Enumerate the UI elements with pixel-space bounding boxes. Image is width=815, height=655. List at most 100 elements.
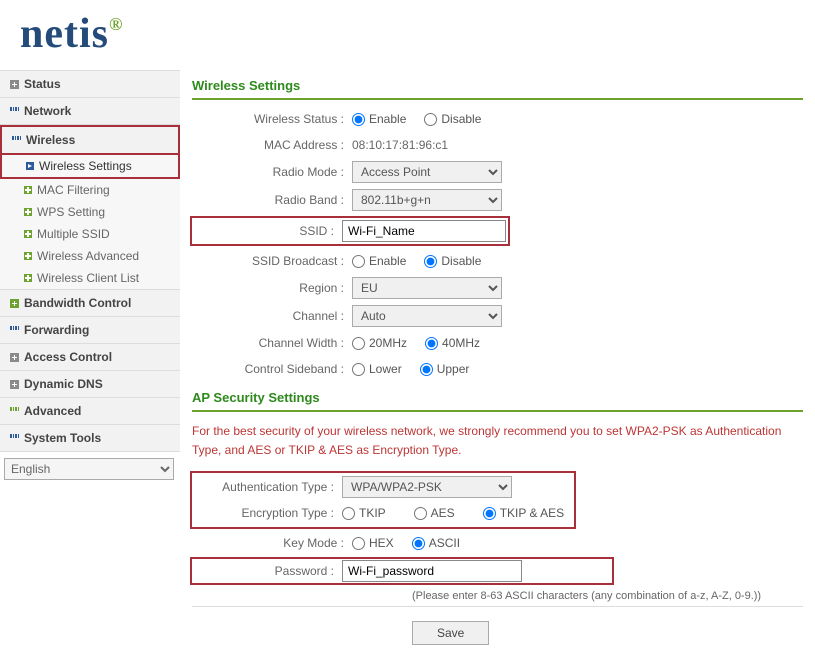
channel-select[interactable]: Auto xyxy=(352,305,502,327)
password-label: Password : xyxy=(192,564,342,578)
region-select[interactable]: EU xyxy=(352,277,502,299)
grid-icon xyxy=(10,107,19,116)
ssid-label: SSID : xyxy=(192,224,342,238)
wireless-status-label: Wireless Status : xyxy=(192,112,352,126)
subnav-label: MAC Filtering xyxy=(37,183,110,197)
sidebar-item-dynamic-dns[interactable]: Dynamic DNS xyxy=(0,371,180,398)
radio-label: Enable xyxy=(369,112,406,126)
radio-mode-label: Radio Mode : xyxy=(192,165,352,179)
plus-icon xyxy=(24,252,32,260)
subnav-wps-setting[interactable]: WPS Setting xyxy=(24,201,180,223)
subnav-multiple-ssid[interactable]: Multiple SSID xyxy=(24,223,180,245)
sidebar-item-bandwidth[interactable]: Bandwidth Control xyxy=(0,290,180,317)
radio-band-select[interactable]: 802.11b+g+n xyxy=(352,189,502,211)
sidebar-item-network[interactable]: Network xyxy=(0,98,180,125)
key-mode-label: Key Mode : xyxy=(192,536,352,550)
enc-aes[interactable]: AES xyxy=(414,506,455,520)
grid-icon xyxy=(10,434,19,443)
mac-address-value: 08:10:17:81:96:c1 xyxy=(352,138,448,152)
radio-label: TKIP & AES xyxy=(500,506,564,520)
sidebar-item-wireless[interactable]: Wireless xyxy=(0,125,180,155)
enc-both[interactable]: TKIP & AES xyxy=(483,506,564,520)
nav-label: Network xyxy=(24,104,71,118)
subnav-label: WPS Setting xyxy=(37,205,105,219)
nav-label: Bandwidth Control xyxy=(24,296,131,310)
content: Wireless Settings Wireless Status : Enab… xyxy=(180,70,815,655)
wireless-status-enable[interactable]: Enable xyxy=(352,112,406,126)
ssid-broadcast-label: SSID Broadcast : xyxy=(192,254,352,268)
control-sideband-label: Control Sideband : xyxy=(192,362,352,376)
nav-label: System Tools xyxy=(24,431,101,445)
plus-icon xyxy=(24,208,32,216)
channel-width-20[interactable]: 20MHz xyxy=(352,336,407,350)
radio-label: HEX xyxy=(369,536,394,550)
sidebar: Status Network Wireless Wireless Setting… xyxy=(0,70,180,655)
nav-label: Wireless xyxy=(26,133,75,147)
radio-label: AES xyxy=(431,506,455,520)
save-button[interactable]: Save xyxy=(412,621,489,645)
subnav-wireless-client-list[interactable]: Wireless Client List xyxy=(24,267,180,289)
plus-icon xyxy=(24,186,32,194)
channel-label: Channel : xyxy=(192,309,352,323)
radio-label: ASCII xyxy=(429,536,460,550)
plus-icon xyxy=(10,80,19,89)
radio-label: Enable xyxy=(369,254,406,268)
key-mode-hex[interactable]: HEX xyxy=(352,536,394,550)
grid-icon xyxy=(12,136,21,145)
subnav-wireless-advanced[interactable]: Wireless Advanced xyxy=(24,245,180,267)
plus-icon xyxy=(24,274,32,282)
nav-label: Access Control xyxy=(24,350,112,364)
subnav-label: Wireless Client List xyxy=(37,271,139,285)
nav-label: Advanced xyxy=(24,404,81,418)
sidebar-item-advanced[interactable]: Advanced xyxy=(0,398,180,425)
subnav-label: Multiple SSID xyxy=(37,227,110,241)
plus-icon xyxy=(24,230,32,238)
subnav-wireless-settings[interactable]: Wireless Settings xyxy=(26,155,178,177)
plus-icon xyxy=(10,353,19,362)
security-settings-title: AP Security Settings xyxy=(192,382,803,412)
subnav-mac-filtering[interactable]: MAC Filtering xyxy=(24,179,180,201)
sidebar-item-system-tools[interactable]: System Tools xyxy=(0,425,180,452)
radio-label: 40MHz xyxy=(442,336,480,350)
nav-label: Status xyxy=(24,77,61,91)
subnav-label: Wireless Advanced xyxy=(37,249,139,263)
subnav-label: Wireless Settings xyxy=(39,159,132,173)
password-input[interactable] xyxy=(342,560,522,582)
plus-icon xyxy=(10,299,19,308)
security-recommendation: For the best security of your wireless n… xyxy=(192,418,803,470)
sidebar-item-forwarding[interactable]: Forwarding xyxy=(0,317,180,344)
enc-type-label: Encryption Type : xyxy=(192,506,342,520)
radio-band-label: Radio Band : xyxy=(192,193,352,207)
plus-icon xyxy=(10,380,19,389)
mac-address-label: MAC Address : xyxy=(192,138,352,152)
nav-label: Dynamic DNS xyxy=(24,377,103,391)
enc-tkip[interactable]: TKIP xyxy=(342,506,386,520)
header: netis® xyxy=(0,0,815,70)
sideband-lower[interactable]: Lower xyxy=(352,362,402,376)
logo: netis® xyxy=(20,11,123,57)
wireless-settings-title: Wireless Settings xyxy=(192,70,803,100)
password-hint: (Please enter 8-63 ASCII characters (any… xyxy=(192,586,803,602)
ssid-input[interactable] xyxy=(342,220,506,242)
ssid-broadcast-enable[interactable]: Enable xyxy=(352,254,406,268)
sideband-upper[interactable]: Upper xyxy=(420,362,470,376)
channel-width-40[interactable]: 40MHz xyxy=(425,336,480,350)
ssid-broadcast-disable[interactable]: Disable xyxy=(424,254,481,268)
radio-label: Upper xyxy=(437,362,470,376)
radio-label: Disable xyxy=(441,112,481,126)
grid-icon xyxy=(10,326,19,335)
arrow-icon xyxy=(26,162,34,170)
wireless-status-disable[interactable]: Disable xyxy=(424,112,481,126)
region-label: Region : xyxy=(192,281,352,295)
radio-label: Disable xyxy=(441,254,481,268)
key-mode-ascii[interactable]: ASCII xyxy=(412,536,460,550)
nav-label: Forwarding xyxy=(24,323,89,337)
channel-width-label: Channel Width : xyxy=(192,336,352,350)
auth-type-select[interactable]: WPA/WPA2-PSK xyxy=(342,476,512,498)
language-select[interactable]: English xyxy=(4,458,174,480)
sidebar-item-status[interactable]: Status xyxy=(0,71,180,98)
sidebar-item-access-control[interactable]: Access Control xyxy=(0,344,180,371)
radio-label: 20MHz xyxy=(369,336,407,350)
radio-mode-select[interactable]: Access Point xyxy=(352,161,502,183)
radio-label: Lower xyxy=(369,362,402,376)
